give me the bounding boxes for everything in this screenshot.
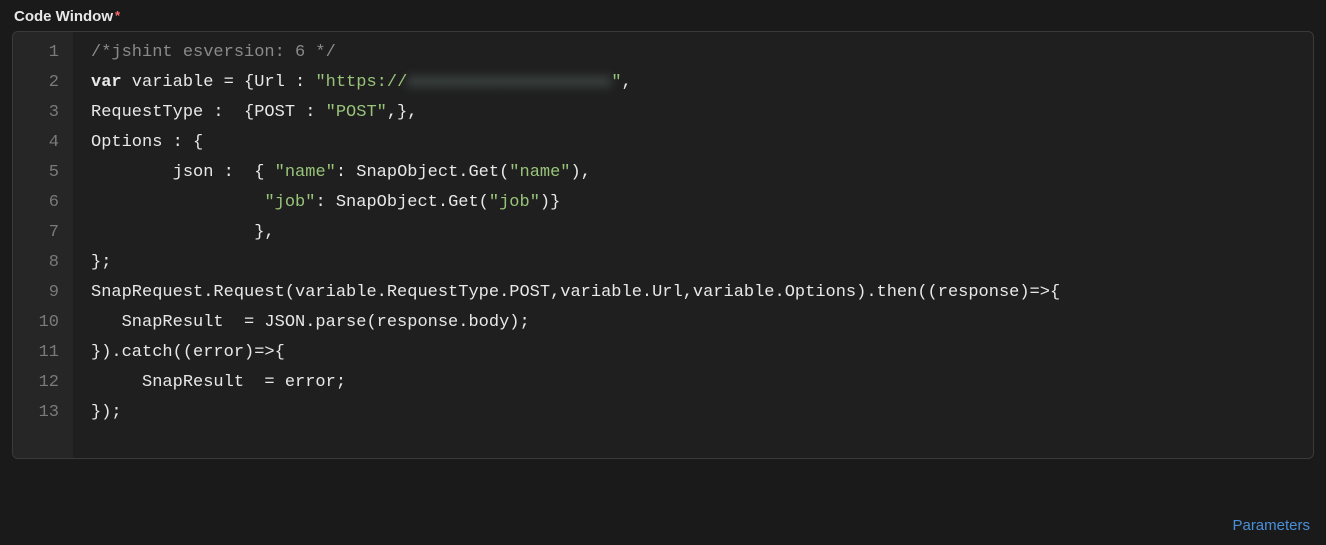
code-token-plain: }, xyxy=(91,223,275,242)
line-number: 5 xyxy=(27,158,59,188)
line-number: 11 xyxy=(27,338,59,368)
required-asterisk: * xyxy=(115,8,120,23)
line-number: 8 xyxy=(27,248,59,278)
code-line[interactable]: Options : { xyxy=(91,128,1303,158)
line-number: 12 xyxy=(27,368,59,398)
code-token-plain: , xyxy=(622,73,632,92)
code-line[interactable]: "job": SnapObject.Get("job")} xyxy=(91,188,1303,218)
footer: Parameters xyxy=(1232,517,1310,535)
line-number: 2 xyxy=(27,68,59,98)
code-line[interactable]: }).catch((error)=>{ xyxy=(91,338,1303,368)
line-number: 7 xyxy=(27,218,59,248)
line-number: 6 xyxy=(27,188,59,218)
code-token-comment: /*jshint esversion: 6 */ xyxy=(91,43,336,62)
code-token-plain xyxy=(91,193,264,212)
line-number-gutter: 12345678910111213 xyxy=(13,32,73,458)
code-token-string: "POST" xyxy=(326,103,387,122)
code-token-plain: variable = {Url : xyxy=(122,73,316,92)
code-token-string: "job" xyxy=(264,193,315,212)
code-token-plain: SnapResult = JSON.parse(response.body); xyxy=(91,313,530,332)
line-number: 3 xyxy=(27,98,59,128)
code-token-plain: : SnapObject.Get( xyxy=(336,163,509,182)
parameters-link[interactable]: Parameters xyxy=(1232,517,1310,534)
code-token-plain: ,}, xyxy=(387,103,418,122)
code-line[interactable]: }, xyxy=(91,218,1303,248)
code-token-string: " xyxy=(611,73,621,92)
code-token-plain: ), xyxy=(571,163,591,182)
code-line[interactable]: json : { "name": SnapObject.Get("name"), xyxy=(91,158,1303,188)
code-line[interactable]: }; xyxy=(91,248,1303,278)
code-token-plain: SnapRequest.Request(variable.RequestType… xyxy=(91,283,1060,302)
code-line[interactable]: SnapResult = error; xyxy=(91,368,1303,398)
line-number: 4 xyxy=(27,128,59,158)
code-line[interactable]: RequestType : {POST : "POST",}, xyxy=(91,98,1303,128)
code-token-string: "name" xyxy=(509,163,570,182)
code-line[interactable]: var variable = {Url : "https://xxxxxxxxx… xyxy=(91,68,1303,98)
code-token-plain: SnapResult = error; xyxy=(91,373,346,392)
code-token-keyword: var xyxy=(91,73,122,92)
code-token-plain: }; xyxy=(91,253,111,272)
code-token-plain: }); xyxy=(91,403,122,422)
code-line[interactable]: SnapResult = JSON.parse(response.body); xyxy=(91,308,1303,338)
line-number: 13 xyxy=(27,398,59,428)
code-token-string: "job" xyxy=(489,193,540,212)
code-token-plain: RequestType : {POST : xyxy=(91,103,326,122)
code-token-plain: )} xyxy=(540,193,560,212)
line-number: 1 xyxy=(27,38,59,68)
code-line[interactable]: }); xyxy=(91,398,1303,428)
line-number: 9 xyxy=(27,278,59,308)
code-token-string: "name" xyxy=(275,163,336,182)
code-editor[interactable]: 12345678910111213 /*jshint esversion: 6 … xyxy=(12,31,1314,459)
code-token-plain: }).catch((error)=>{ xyxy=(91,343,285,362)
line-number: 10 xyxy=(27,308,59,338)
panel-title: Code Window xyxy=(14,8,113,25)
code-line[interactable]: SnapRequest.Request(variable.RequestType… xyxy=(91,278,1303,308)
code-token-plain: : SnapObject.Get( xyxy=(315,193,488,212)
code-token-blur: xxxxxxxxxxxxxxxxxxxx xyxy=(407,68,611,98)
code-token-plain: Options : { xyxy=(91,133,203,152)
panel-header: Code Window* xyxy=(0,0,1326,31)
code-line[interactable]: /*jshint esversion: 6 */ xyxy=(91,38,1303,68)
code-token-plain: json : { xyxy=(91,163,275,182)
code-content[interactable]: /*jshint esversion: 6 */ var variable = {… xyxy=(73,32,1313,458)
code-token-string: "https:// xyxy=(315,73,407,92)
